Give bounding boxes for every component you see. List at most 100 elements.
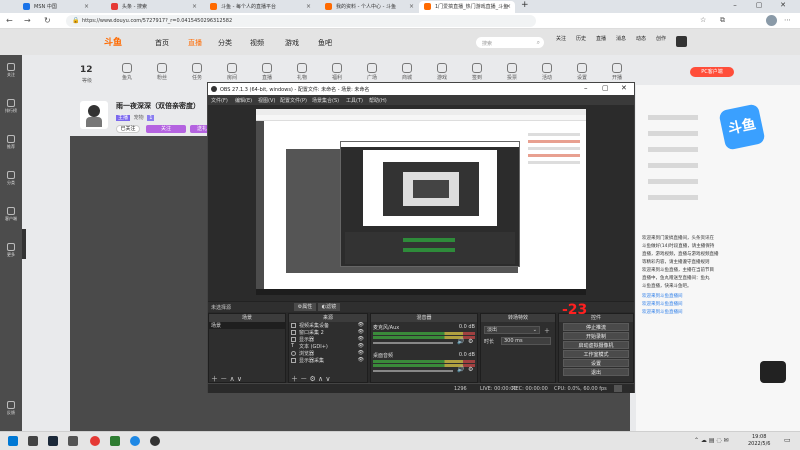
rail-rank[interactable]: 排行榜 bbox=[2, 99, 20, 114]
source-item[interactable]: 窗口采集 2 👁 bbox=[289, 329, 367, 336]
obs-menu-profile[interactable]: 配置文件(P) bbox=[280, 97, 307, 104]
nav-category[interactable]: 分类 bbox=[218, 38, 232, 48]
rail-client[interactable]: 客户端 bbox=[2, 207, 20, 222]
visibility-icon[interactable]: 👁 bbox=[358, 350, 364, 356]
back-icon[interactable]: ← bbox=[6, 16, 13, 25]
nav-game[interactable]: 游戏 bbox=[285, 38, 299, 48]
chat-link[interactable]: 欢迎来到斗鱼直播间 bbox=[642, 293, 792, 301]
rail-follow[interactable]: 关注 bbox=[2, 63, 20, 78]
forward-icon[interactable]: → bbox=[24, 16, 31, 25]
transition-select[interactable]: 淡出 ⌄ bbox=[484, 326, 540, 334]
nav-home[interactable]: 首页 bbox=[155, 38, 169, 48]
header-live[interactable]: 直播 bbox=[596, 35, 606, 42]
speaker-icon[interactable]: 🔊 bbox=[457, 366, 464, 373]
visibility-icon[interactable]: 👁 bbox=[358, 357, 364, 363]
obs-menu-help[interactable]: 帮助(H) bbox=[369, 97, 387, 104]
obs-minimize-icon[interactable]: – bbox=[584, 84, 588, 92]
obs-menu-view[interactable]: 视图(V) bbox=[258, 97, 275, 104]
notification-icon[interactable]: ▭ bbox=[784, 436, 791, 444]
down-icon[interactable]: ∨ bbox=[325, 375, 330, 383]
obs-menu-file[interactable]: 文件(F) bbox=[211, 97, 228, 104]
virtual-camera-button[interactable]: 启动虚拟摄像机 bbox=[563, 341, 629, 349]
obs-menu-scene-collection[interactable]: 场景集合(S) bbox=[312, 97, 339, 104]
stat-item[interactable]: 任务 bbox=[182, 63, 212, 81]
rail-feedback[interactable]: 反馈 bbox=[2, 401, 20, 416]
obs-menu-edit[interactable]: 编辑(E) bbox=[235, 97, 252, 104]
pc-client-button[interactable]: PC客户端 bbox=[690, 67, 734, 77]
tab-douyu-home[interactable]: 斗鱼 - 每个人的直播平台 × bbox=[205, 1, 315, 13]
maximize-icon[interactable]: ▢ bbox=[750, 1, 768, 12]
subscribe-button[interactable]: 关注 bbox=[146, 125, 186, 133]
url-input[interactable]: 🔒 https://www.douyu.com/5727917?_r=0.041… bbox=[66, 15, 536, 27]
more-icon[interactable]: ⋯ bbox=[784, 16, 791, 24]
settings-button[interactable]: 设置 bbox=[563, 359, 629, 367]
app-green-icon[interactable] bbox=[110, 436, 120, 446]
profile-avatar[interactable] bbox=[766, 15, 777, 26]
up-icon[interactable]: ∧ bbox=[318, 375, 323, 383]
obs-preview[interactable] bbox=[208, 105, 634, 301]
minimize-icon[interactable]: – bbox=[726, 1, 744, 12]
close-icon[interactable]: × bbox=[306, 3, 311, 10]
tab-toutiao[interactable]: 头条 - 搜索 × bbox=[106, 1, 201, 13]
stat-item[interactable]: 商城 bbox=[392, 63, 422, 81]
rail-more[interactable]: 更多 bbox=[2, 243, 20, 258]
nav-live[interactable]: 直播 bbox=[188, 38, 202, 48]
properties-button[interactable]: ⚙属性 bbox=[294, 303, 316, 311]
stat-item[interactable]: 直播 bbox=[252, 63, 282, 81]
source-item[interactable]: T 文本 (GDI+) 👁 bbox=[289, 343, 367, 350]
followed-button[interactable]: 已关注 bbox=[116, 125, 140, 133]
windows-start-icon[interactable] bbox=[8, 436, 18, 446]
header-message[interactable]: 消息 bbox=[616, 35, 626, 42]
stat-item[interactable]: 设置 bbox=[567, 63, 597, 81]
stat-item[interactable]: 活动 bbox=[532, 63, 562, 81]
remove-icon[interactable]: － bbox=[300, 375, 307, 383]
rail-category[interactable]: 分类 bbox=[2, 171, 20, 186]
nav-video[interactable]: 视频 bbox=[250, 38, 264, 48]
header-dynamic[interactable]: 动态 bbox=[636, 35, 646, 42]
down-icon[interactable]: ∨ bbox=[237, 375, 242, 383]
stat-item[interactable]: 房间 bbox=[217, 63, 247, 81]
obs-maximize-icon[interactable]: ▢ bbox=[602, 84, 609, 92]
studio-mode-button[interactable]: 工作室模式 bbox=[563, 350, 629, 358]
douyu-logo[interactable]: 斗鱼 bbox=[104, 35, 122, 48]
gear-icon[interactable]: ⚙ bbox=[468, 366, 473, 373]
visibility-icon[interactable]: 👁 bbox=[358, 343, 364, 349]
header-history[interactable]: 历史 bbox=[576, 35, 586, 42]
tab-msn[interactable]: MSN 中国 × bbox=[18, 1, 93, 13]
source-item[interactable]: 浏览器 👁 bbox=[289, 350, 367, 357]
steam-icon[interactable] bbox=[48, 436, 58, 446]
visibility-icon[interactable]: 👁 bbox=[358, 329, 364, 335]
remove-icon[interactable]: － bbox=[220, 375, 227, 383]
stat-item[interactable]: 礼物 bbox=[287, 63, 317, 81]
speaker-icon[interactable]: 🔊 bbox=[457, 338, 464, 345]
stat-item[interactable]: 广场 bbox=[357, 63, 387, 81]
search-input[interactable]: 搜索 ⌕ bbox=[476, 37, 544, 48]
exit-button[interactable]: 退出 bbox=[563, 368, 629, 376]
volume-slider[interactable] bbox=[373, 370, 453, 372]
volume-slider[interactable] bbox=[373, 342, 453, 344]
chat-link[interactable]: 欢迎来到斗鱼直播间 bbox=[642, 309, 792, 317]
reload-icon[interactable]: ↻ bbox=[44, 16, 51, 25]
header-follow[interactable]: 关注 bbox=[556, 35, 566, 42]
netease-icon[interactable] bbox=[90, 436, 100, 446]
add-icon[interactable]: ＋ bbox=[544, 326, 550, 335]
obs-close-icon[interactable]: ✕ bbox=[621, 84, 627, 92]
favorites-icon[interactable]: ☆ bbox=[700, 16, 706, 24]
tray-icons[interactable]: ⌃ ☁ ▤ ◌ ✉ bbox=[694, 437, 729, 444]
tab-profile[interactable]: 我的资料 - 个人中心 - 斗鱼 × bbox=[320, 1, 418, 13]
rail-collapse-handle[interactable] bbox=[22, 229, 26, 259]
search-icon[interactable]: ⌕ bbox=[537, 39, 540, 47]
visibility-icon[interactable]: 👁 bbox=[358, 322, 364, 328]
chat-link[interactable]: 欢迎来到斗鱼直播间 bbox=[642, 301, 792, 309]
duration-input[interactable]: 300 ms bbox=[501, 337, 551, 345]
new-tab-button[interactable]: + bbox=[521, 0, 529, 10]
filters-button[interactable]: ◐滤镜 bbox=[318, 303, 340, 311]
app-icon[interactable] bbox=[68, 436, 78, 446]
rail-recommend[interactable]: 推荐 bbox=[2, 135, 20, 150]
header-create[interactable]: 创作 bbox=[656, 35, 666, 42]
gear-icon[interactable]: ⚙ bbox=[468, 338, 473, 345]
stat-item[interactable]: 投票 bbox=[497, 63, 527, 81]
obs-taskbar-icon[interactable] bbox=[150, 436, 160, 446]
visibility-icon[interactable]: 👁 bbox=[358, 336, 364, 342]
streamer-avatar[interactable] bbox=[80, 101, 108, 129]
